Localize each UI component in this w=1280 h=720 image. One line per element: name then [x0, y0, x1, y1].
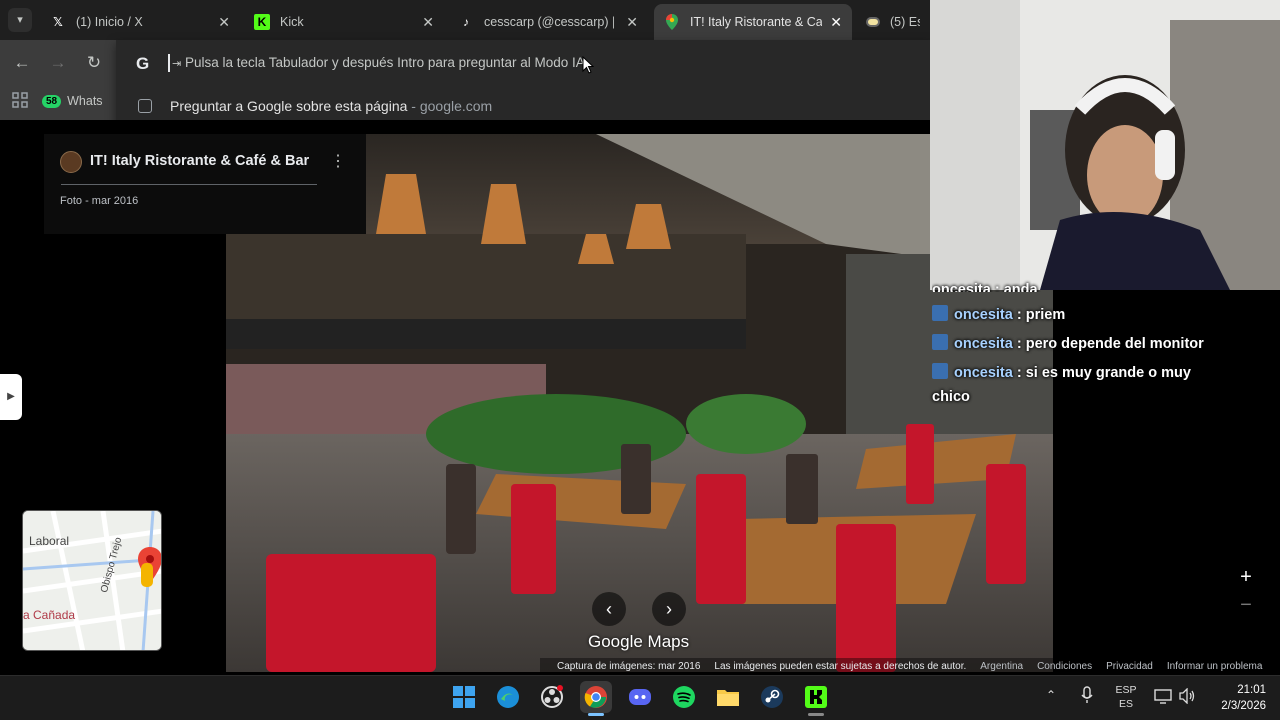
suggestion-domain: google.com	[419, 98, 493, 114]
capture-date: Captura de imágenes: mar 2016	[557, 660, 701, 672]
suggestion-main: Preguntar a Google sobre esta página	[170, 98, 408, 114]
language-code: ESP	[1115, 684, 1137, 696]
expand-panel-button[interactable]: ▶	[0, 374, 22, 420]
clock-date: 2/3/2026	[1221, 700, 1266, 712]
open-app-indicator	[808, 713, 824, 716]
copyright-notice: Las imágenes pueden estar sujetas a dere…	[714, 660, 967, 672]
chat-partial-line: oncesita : anda	[932, 278, 1232, 292]
windows-start-icon[interactable]	[448, 681, 480, 713]
tab-maps-active[interactable]: IT! Italy Ristorante & Café ✕	[654, 4, 852, 40]
tab-x[interactable]: 𝕏 (1) Inicio / X ✕	[40, 4, 240, 40]
keyboard-layout: ES	[1118, 698, 1133, 710]
kick-app-icon[interactable]	[800, 681, 832, 713]
close-tab-icon[interactable]: ✕	[830, 14, 842, 31]
chat-text: : pero depende del monitor	[1016, 336, 1204, 352]
divider	[61, 184, 317, 185]
language-indicator[interactable]: ESP ES	[1112, 683, 1140, 711]
file-explorer-icon[interactable]	[712, 681, 744, 713]
reload-button[interactable]: ↻	[80, 50, 108, 76]
country-link[interactable]: Argentina	[980, 661, 1023, 672]
discord-icon[interactable]	[624, 681, 656, 713]
tab-escri[interactable]: (5) Escri	[856, 4, 930, 40]
tab-tiktok[interactable]: ♪ cesscarp (@cesscarp) | Ti ✕	[448, 4, 648, 40]
place-avatar	[60, 151, 82, 173]
whatsapp-icon: 58	[42, 94, 62, 108]
obs-icon[interactable]	[536, 681, 568, 713]
next-photo-button[interactable]: ›	[652, 592, 686, 626]
google-g-icon: G	[136, 54, 150, 73]
tab-title: IT! Italy Ristorante & Café	[690, 15, 822, 29]
steam-icon[interactable]	[756, 681, 788, 713]
chat-badge-icon	[932, 334, 948, 350]
place-info-card: IT! Italy Ristorante & Café & Bar ⋮ Foto…	[44, 134, 366, 234]
kick-logo-icon: K	[254, 14, 270, 30]
chat-message: oncesita : pero depende del monitor	[932, 332, 1232, 356]
x-logo-icon: 𝕏	[53, 15, 63, 29]
privacy-link[interactable]: Privacidad	[1106, 661, 1153, 672]
clock-time: 21:01	[1237, 684, 1266, 696]
microphone-icon[interactable]	[1080, 686, 1094, 709]
tab-title: (5) Escri	[890, 15, 920, 29]
text-cursor	[168, 54, 170, 72]
close-tab-icon[interactable]: ✕	[626, 14, 638, 31]
chat-username: oncesita	[954, 365, 1013, 381]
place-title[interactable]: IT! Italy Ristorante & Café & Bar	[90, 153, 309, 169]
report-problem-link[interactable]: Informar un problema	[1167, 661, 1263, 672]
lens-page-icon	[138, 99, 152, 113]
chat-username: oncesita	[954, 336, 1013, 352]
omnibox-hint: Pulsa la tecla Tabulador y después Intro…	[184, 55, 585, 70]
suggestion-separator: -	[407, 98, 420, 114]
chrome-icon[interactable]	[580, 681, 612, 713]
tab-kick[interactable]: K Kick ✕	[244, 4, 444, 40]
chat-message: oncesita : priem	[932, 303, 1232, 327]
zoom-in-button[interactable]: +	[1236, 566, 1256, 588]
terms-link[interactable]: Condiciones	[1037, 661, 1092, 672]
chat-partial-text: oncesita : anda	[932, 282, 1038, 292]
chat-message: oncesita : si es muy grande o muy chico	[932, 361, 1222, 409]
google-maps-watermark: Google Maps	[588, 632, 690, 651]
mini-map[interactable]: Laboral a Cañada Obispo Trejo	[22, 510, 162, 651]
tiktok-logo-icon: ♪	[463, 15, 469, 29]
show-hidden-icons-chevron-icon[interactable]: ⌃	[1046, 688, 1056, 702]
more-options-icon[interactable]: ⋮	[330, 152, 346, 172]
tab-search-dropdown-icon[interactable]: ▾	[8, 8, 32, 32]
photo-date: Foto - mar 2016	[60, 195, 139, 207]
bookmarks-bar: 58 Whats	[0, 84, 116, 120]
omnibox-suggestion-ask-google[interactable]: Preguntar a Google sobre esta página - g…	[116, 90, 930, 122]
maps-footer: Captura de imágenes: mar 2016 Las imágen…	[540, 658, 1280, 674]
minimap-label-top: Laboral	[29, 534, 70, 548]
zoom-out-button[interactable]: −	[1236, 594, 1256, 616]
pegman-icon	[141, 563, 153, 587]
apps-grid-icon[interactable]	[12, 92, 28, 108]
tab-title: Kick	[280, 15, 304, 29]
spotify-icon[interactable]	[668, 681, 700, 713]
volume-icon[interactable]	[1178, 687, 1196, 709]
tab-title: cesscarp (@cesscarp) | Ti	[484, 15, 614, 29]
close-tab-icon[interactable]: ✕	[218, 14, 230, 31]
bookmark-label: Whats	[67, 94, 103, 108]
chat-username: oncesita	[954, 307, 1013, 323]
clock[interactable]: 21:01 2/3/2026	[1206, 682, 1266, 714]
minimap-label-bottom: a Cañada	[23, 608, 76, 622]
tab-title: (1) Inicio / X	[76, 15, 143, 29]
chat-text: : priem	[1016, 307, 1066, 323]
omnibox-input[interactable]: ⇥ Pulsa la tecla Tabulador y después Int…	[172, 55, 585, 70]
previous-photo-button[interactable]: ‹	[592, 592, 626, 626]
edge-icon[interactable]	[492, 681, 524, 713]
mouse-cursor-icon	[582, 55, 595, 79]
webcam-overlay	[930, 0, 1280, 290]
tab-favicon	[866, 14, 880, 30]
tab-strip: ▾ 𝕏 (1) Inicio / X ✕ K Kick ✕ ♪ cesscarp…	[0, 0, 930, 40]
close-tab-icon[interactable]: ✕	[422, 14, 434, 31]
active-app-indicator	[588, 713, 604, 716]
google-maps-icon	[664, 14, 680, 30]
chat-badge-icon	[932, 305, 948, 321]
network-icon[interactable]	[1154, 688, 1172, 709]
forward-button[interactable]: →	[44, 50, 72, 76]
tab-key-icon: ⇥	[172, 58, 182, 70]
back-button[interactable]: ←	[8, 50, 36, 76]
chat-badge-icon	[932, 363, 948, 379]
bookmark-whatsapp[interactable]: 58 Whats	[42, 90, 112, 112]
